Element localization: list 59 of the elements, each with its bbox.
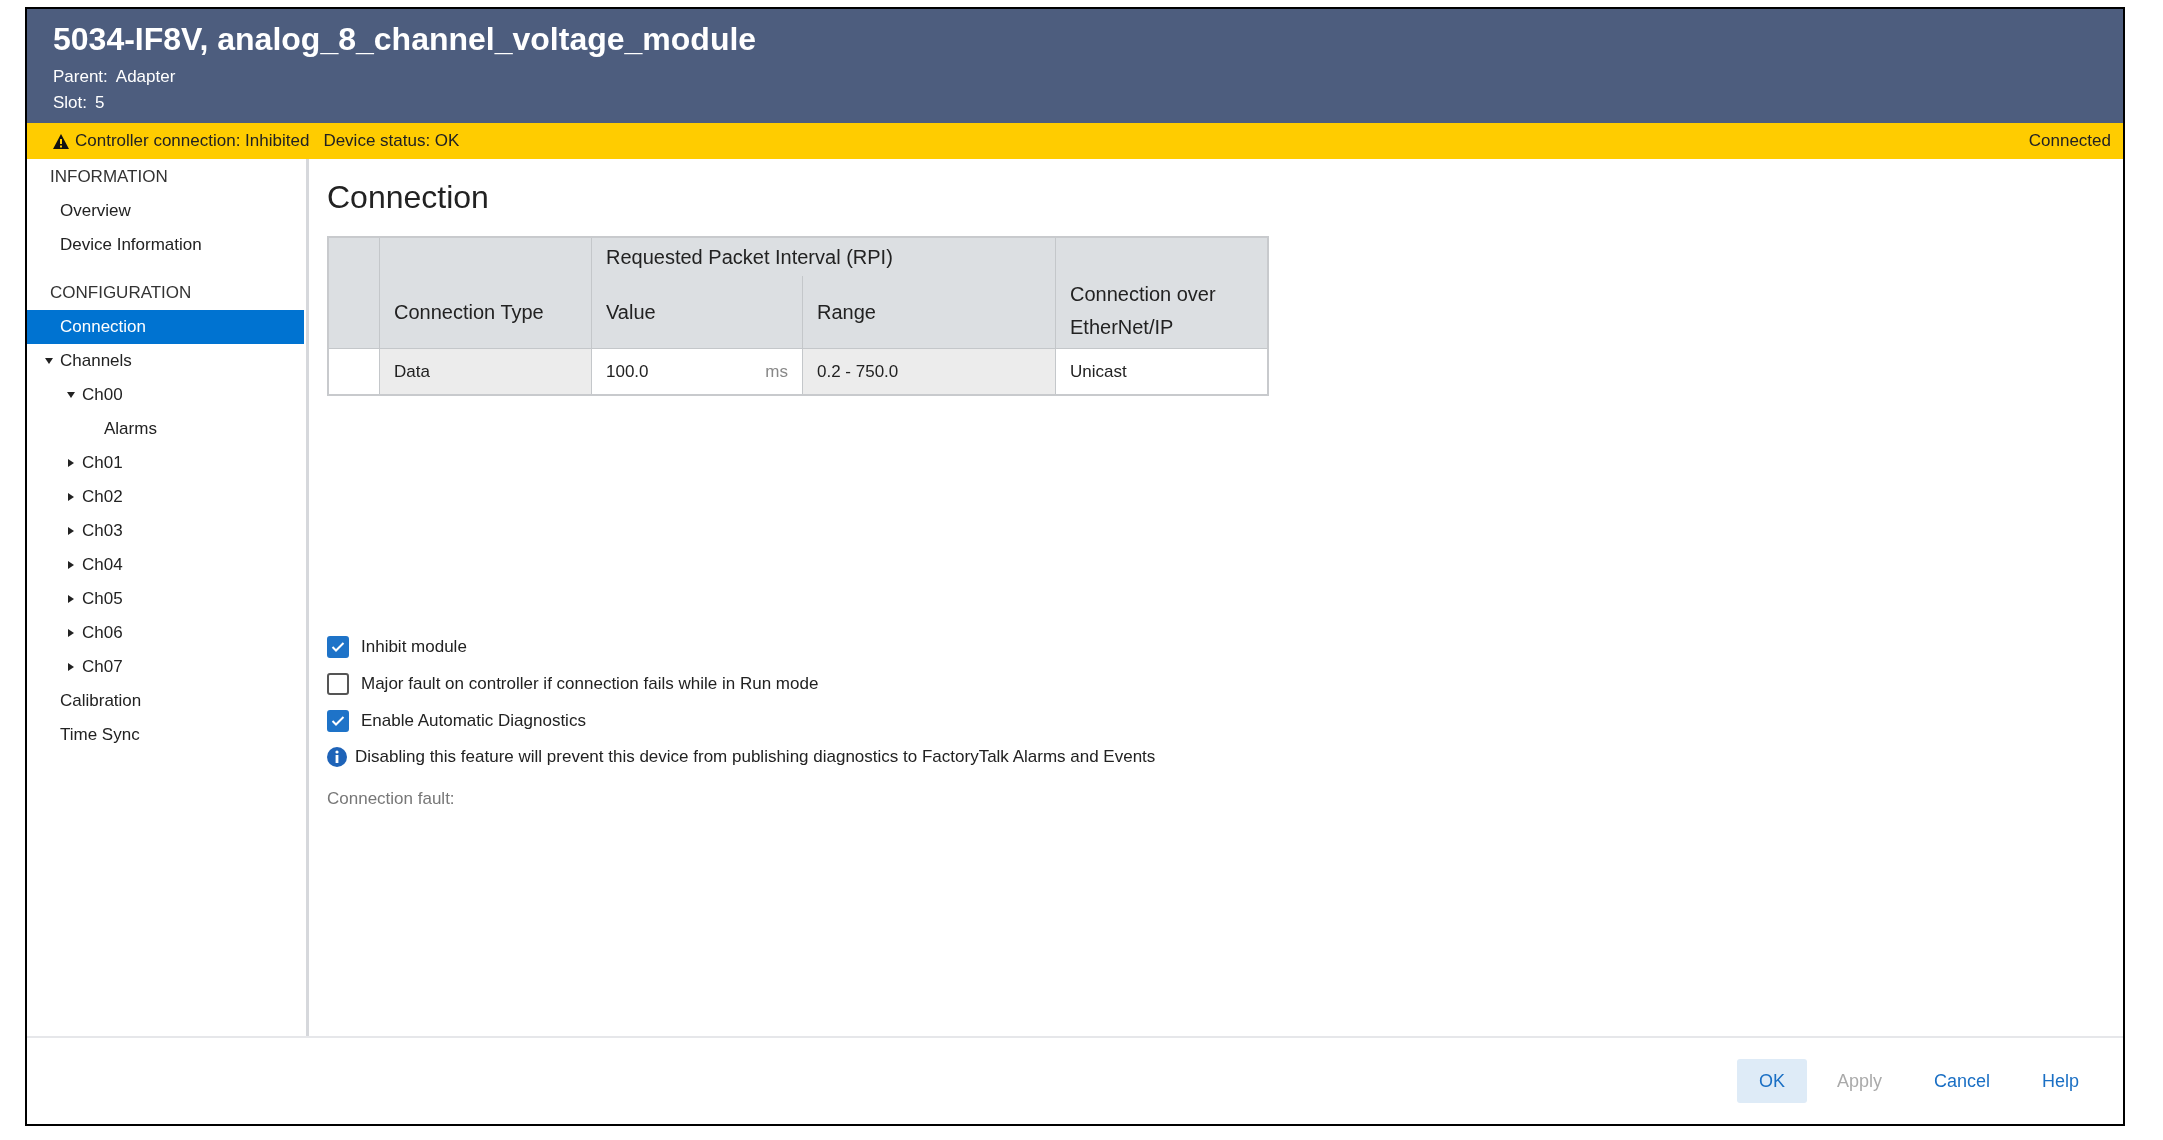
info-icon — [327, 747, 347, 767]
nav-item[interactable]: Overview — [27, 194, 304, 228]
caret-right-icon[interactable] — [66, 458, 76, 468]
dialog-button[interactable]: Help — [2019, 1059, 2101, 1103]
caret-right-icon[interactable] — [66, 662, 76, 672]
window-title: 5034-IF8V, analog_8_channel_voltage_module — [53, 21, 758, 58]
caret-right-icon[interactable] — [66, 628, 76, 638]
column-header: Range — [802, 276, 1056, 349]
table-cell: Unicast — [1055, 348, 1268, 395]
caret-right-icon[interactable] — [66, 492, 76, 502]
nav-item[interactable]: Ch04 — [27, 548, 304, 582]
value-field[interactable]: 100.0 ms — [591, 348, 803, 395]
nav-item[interactable]: Ch03 — [27, 514, 304, 548]
dialog-button[interactable]: Cancel — [1911, 1059, 2012, 1103]
column-header: Connection Type — [379, 237, 592, 349]
column-header: Connection over EtherNet/IP — [1055, 237, 1268, 349]
nav-item[interactable]: Ch01 — [27, 446, 304, 480]
table-cell: 0.2 - 750.0 — [802, 348, 1056, 395]
column-header: Value — [591, 276, 803, 349]
controller-status: Controller connection: Inhibited — [75, 131, 310, 151]
nav-item[interactable]: Device Information — [27, 228, 304, 262]
checkbox-label[interactable]: Enable Automatic Diagnostics — [361, 711, 586, 731]
caret-down-icon[interactable] — [44, 356, 54, 366]
page-title: Connection — [327, 179, 490, 216]
parent-label: Parent: — [53, 66, 108, 88]
nav-item[interactable]: Ch02 — [27, 480, 304, 514]
caret-right-icon[interactable] — [66, 560, 76, 570]
checkbox[interactable] — [327, 636, 349, 658]
nav-heading: CONFIGURATION — [49, 282, 193, 304]
nav-item[interactable]: Ch07 — [27, 650, 304, 684]
slot-label: Slot: — [53, 92, 88, 114]
nav-item[interactable]: Channels — [27, 344, 304, 378]
nav-item[interactable]: Ch06 — [27, 616, 304, 650]
caret-right-icon[interactable] — [66, 594, 76, 604]
checkbox[interactable] — [327, 673, 349, 695]
nav-item[interactable]: Connection — [27, 310, 304, 344]
parent-value: Adapter — [115, 66, 176, 88]
checkbox-label[interactable]: Inhibit module — [361, 637, 467, 657]
checkmark-icon — [331, 715, 345, 727]
nav-item[interactable]: Ch05 — [27, 582, 304, 616]
nav-item[interactable]: Time Sync — [27, 718, 304, 752]
dialog-button[interactable]: OK — [1736, 1059, 1807, 1103]
caret-down-icon[interactable] — [66, 390, 76, 400]
caret-right-icon[interactable] — [66, 526, 76, 536]
nav-item[interactable]: Ch00 — [27, 378, 304, 412]
nav-item[interactable]: Alarms — [27, 412, 304, 446]
nav-item[interactable]: Calibration — [27, 684, 304, 718]
checkmark-icon — [331, 641, 345, 653]
connection-fault-label: Connection fault: — [327, 789, 456, 809]
nav-heading: INFORMATION — [49, 166, 169, 188]
table-cell: Data — [379, 348, 592, 395]
connection-status: Connected — [2028, 131, 2111, 151]
checkbox[interactable] — [327, 710, 349, 732]
device-status: Device status: OK — [323, 131, 460, 151]
slot-value: 5 — [95, 92, 105, 114]
warning-icon — [53, 133, 69, 149]
info-text: Disabling this feature will prevent this device from publishing diagnostics to FactoryTalk Alarms and Events — [355, 747, 1156, 767]
checkbox-label[interactable]: Major fault on controller if connection fails while in Run mode — [361, 674, 819, 694]
column-group-header: Requested Packet Interval (RPI) — [591, 237, 1056, 276]
